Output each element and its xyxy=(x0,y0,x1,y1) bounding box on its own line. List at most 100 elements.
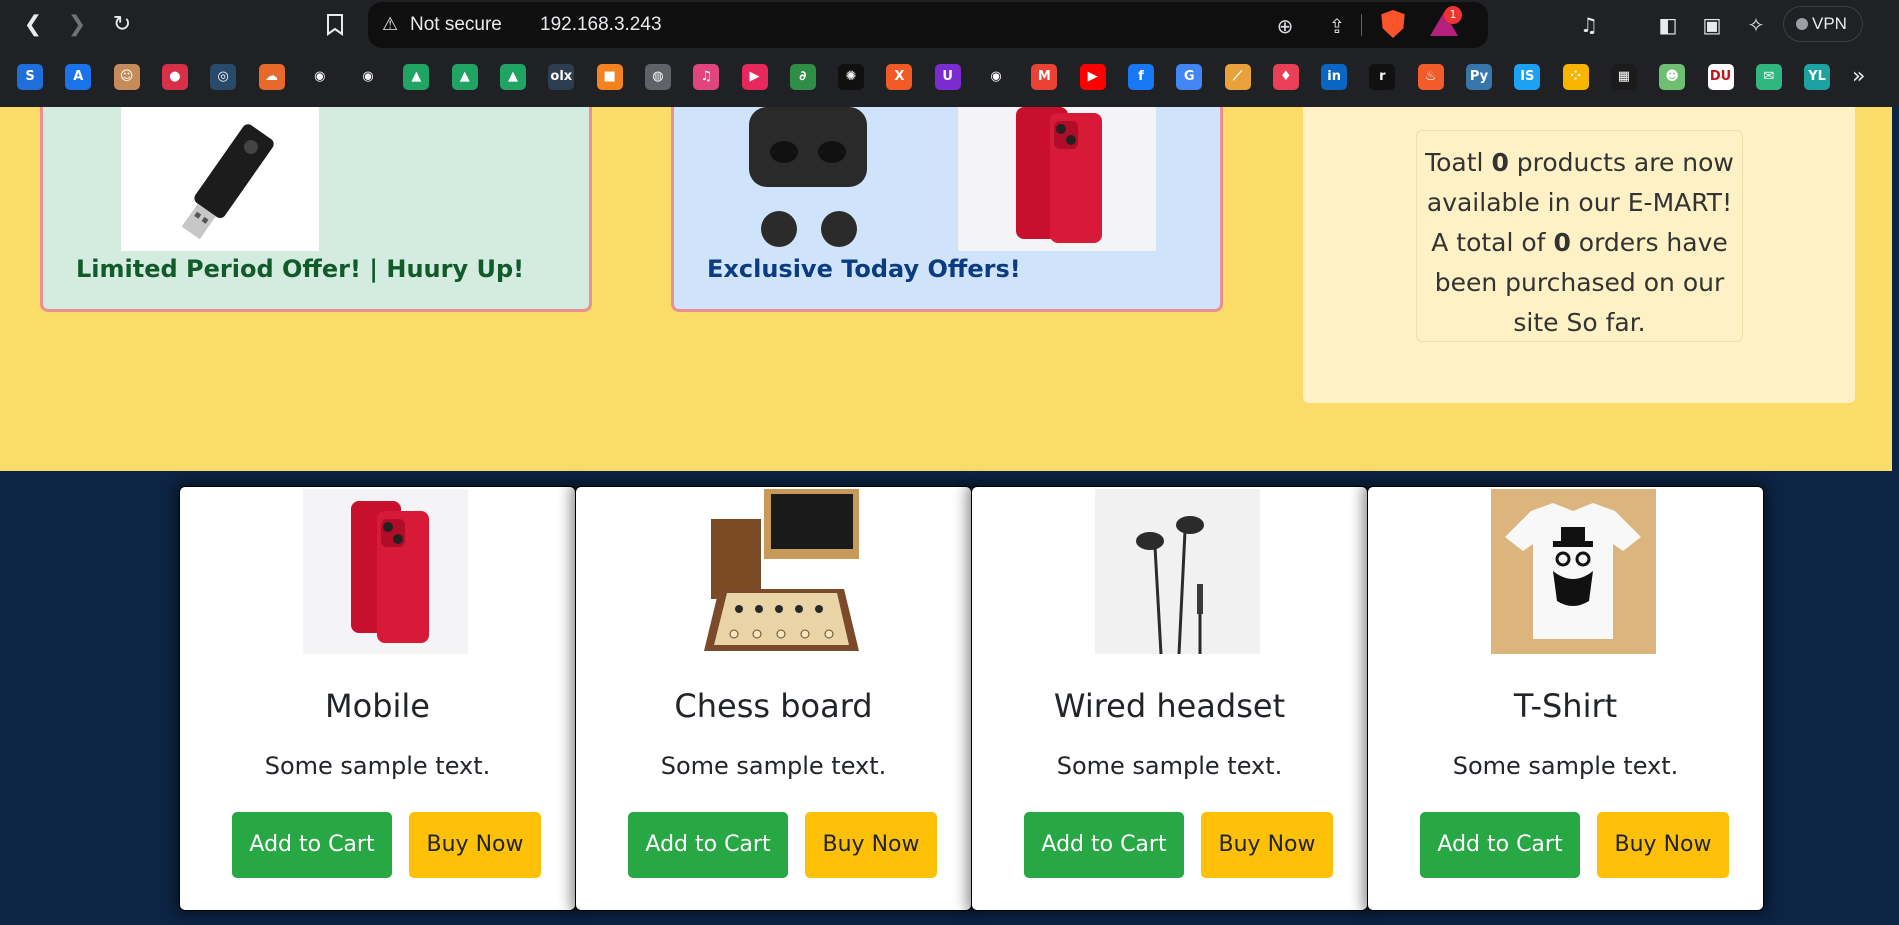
product-card-earphones: Wired headset Some sample text. Add to Car… xyxy=(971,486,1368,911)
bookmark-du-icon[interactable]: DU xyxy=(1707,64,1734,90)
product-card-chess: Chess board Some sample text. Add to Cart B… xyxy=(575,486,972,911)
address-bar[interactable]: ⚠ Not secure 192.168.3.243 ⊕ ⇪ xyxy=(368,2,1488,48)
products-row: Mobile Some sample text. Add to Cart Buy No… xyxy=(179,486,1781,911)
bookmark-rocket-icon[interactable]: ♦ xyxy=(1272,64,1299,90)
vpn-label: VPN xyxy=(1812,14,1847,33)
stats-box: Toatl 0 products are now available in ou… xyxy=(1416,130,1743,342)
bookmark-udemy-icon[interactable]: U xyxy=(934,64,961,90)
bookmark-translate-icon[interactable]: G xyxy=(1176,64,1203,90)
order-count: 0 xyxy=(1553,228,1571,257)
bookmark-yl-icon[interactable]: YL xyxy=(1804,64,1831,90)
bookmark-slash-icon[interactable]: ⟋ xyxy=(1224,64,1251,90)
phone-product-image xyxy=(303,489,468,654)
product-count: 0 xyxy=(1491,148,1509,177)
url-text[interactable]: 192.168.3.243 xyxy=(540,14,662,36)
music-note-icon[interactable]: ♫ xyxy=(1574,10,1604,40)
product-description: Some sample text. xyxy=(660,752,887,780)
back-arrow-icon[interactable]: ❮ xyxy=(16,8,50,42)
forward-arrow-icon[interactable]: ❯ xyxy=(60,8,94,42)
product-description: Some sample text. xyxy=(1452,752,1679,780)
today-offer-card[interactable]: Exclusive Today Offers! xyxy=(671,107,1223,312)
bookmark-r-icon[interactable]: r xyxy=(1369,64,1396,90)
product-description: Some sample text. xyxy=(1056,752,1283,780)
tshirt-product-image xyxy=(1491,489,1656,654)
bookmark-drive-3-icon[interactable]: ▲ xyxy=(500,64,526,90)
rewards-badge: 1 xyxy=(1444,6,1462,24)
buy-now-button[interactable]: Buy Now xyxy=(1597,812,1729,878)
share-icon[interactable]: ⇪ xyxy=(1323,12,1351,40)
zoom-icon[interactable]: ⊕ xyxy=(1271,12,1299,40)
add-to-cart-button[interactable]: Add to Cart xyxy=(1024,812,1184,878)
bookmark-drive-2-icon[interactable]: ▲ xyxy=(451,64,478,90)
chess-product-image xyxy=(699,489,864,654)
product-title: Wired headset xyxy=(1053,687,1286,725)
earphones-product-image xyxy=(1095,489,1260,654)
bookmark-azure-icon[interactable]: A xyxy=(65,64,92,90)
bookmark-fire-icon[interactable]: ♨ xyxy=(1417,64,1444,90)
stats-line1-prefix: Toatl xyxy=(1425,148,1492,177)
wallet-icon[interactable]: ▣ xyxy=(1697,10,1727,40)
add-to-cart-button[interactable]: Add to Cart xyxy=(232,812,392,878)
browser-toolbar: ❮ ❯ ↻ ⚠ Not secure 192.168.3.243 ⊕ ⇪ 1 ♫… xyxy=(0,0,1899,50)
bookmark-youtube-icon[interactable]: ▶ xyxy=(1079,64,1106,90)
bookmark-avatar-icon[interactable]: ☺ xyxy=(113,64,140,90)
bookmark-music-icon[interactable]: ♫ xyxy=(693,64,720,90)
vpn-status-dot xyxy=(1796,18,1808,30)
product-description: Some sample text. xyxy=(264,752,491,780)
banner-edge xyxy=(1892,107,1899,471)
bookmark-github-3-icon[interactable]: ◉ xyxy=(983,64,1009,90)
security-label[interactable]: Not secure xyxy=(410,14,502,36)
sidebar-icon[interactable]: ◧ xyxy=(1653,10,1683,40)
product-title: Chess board xyxy=(674,687,873,725)
bookmark-openai-icon[interactable]: ✺ xyxy=(838,64,865,90)
bookmark-is-icon[interactable]: IS xyxy=(1514,64,1541,90)
bookmark-python-icon[interactable]: Py xyxy=(1466,64,1492,90)
bookmark-red-circle-icon[interactable]: ● xyxy=(161,64,188,90)
product-card-phone: Mobile Some sample text. Add to Cart Buy No… xyxy=(179,486,576,911)
bookmark-dots-icon[interactable]: ⁘ xyxy=(1562,64,1589,90)
bookmark-github-2-icon[interactable]: ◉ xyxy=(355,64,382,90)
today-offer-title: Exclusive Today Offers! xyxy=(707,255,1021,283)
buy-now-button[interactable]: Buy Now xyxy=(409,812,541,878)
bookmark-linkedin-icon[interactable]: in xyxy=(1321,64,1348,90)
bookmark-s-icon[interactable]: S xyxy=(17,64,43,90)
bookmark-drive-1-icon[interactable]: ▲ xyxy=(403,64,430,90)
bookmark-gfg-icon[interactable]: ∂ xyxy=(789,64,816,90)
bookmark-globe-icon[interactable]: ◍ xyxy=(644,64,671,90)
bookmark-chat-icon[interactable]: ✉ xyxy=(1755,64,1782,90)
add-to-cart-button[interactable]: Add to Cart xyxy=(628,812,788,878)
bookmark-x-icon[interactable]: X xyxy=(886,64,913,90)
leo-ai-icon[interactable]: ✧ xyxy=(1741,10,1771,40)
bookmark-people-icon[interactable]: ☻ xyxy=(1659,64,1686,90)
bookmark-grid-icon[interactable]: ▦ xyxy=(1610,64,1637,90)
product-title: Mobile xyxy=(325,687,430,725)
bookmark-gmail-icon[interactable]: M xyxy=(1031,64,1058,90)
warning-triangle-icon: ⚠ xyxy=(382,14,399,35)
bookmark-page-icon[interactable] xyxy=(318,8,352,42)
more-bookmarks-icon[interactable]: » xyxy=(1852,64,1865,89)
vpn-button[interactable]: VPN xyxy=(1783,6,1863,42)
bookmark-dark-circle-icon[interactable]: ◎ xyxy=(210,64,237,90)
red-phone-image xyxy=(958,107,1156,251)
bookmark-github-1-icon[interactable]: ◉ xyxy=(306,64,333,90)
bookmark-play-icon[interactable]: ▶ xyxy=(741,64,768,90)
address-bar-divider xyxy=(1361,14,1362,36)
buy-now-button[interactable]: Buy Now xyxy=(1201,812,1333,878)
stats-panel: Toatl 0 products are now available in ou… xyxy=(1303,107,1855,403)
bookmark-olx-icon[interactable]: olx xyxy=(548,64,575,90)
offers-banner: Limited Period Offer! | Huury Up! Exclus… xyxy=(0,107,1899,471)
limited-offer-card[interactable]: Limited Period Offer! | Huury Up! xyxy=(40,107,592,312)
bookmarks-bar: » S A ☺ ● ◎ ☁ ◉ ◉ ▲ ▲ ▲ olx ■ ◍ ♫ ▶ ∂ ✺ X U ◉ M ▶ f G ⟋ ♦ in r ♨ Py IS ⁘… xyxy=(0,50,1899,107)
stats-line2-prefix: A total of xyxy=(1431,228,1554,257)
reload-icon[interactable]: ↻ xyxy=(105,8,139,42)
add-to-cart-button[interactable]: Add to Cart xyxy=(1420,812,1580,878)
bookmark-facebook-icon[interactable]: f xyxy=(1127,64,1154,90)
usb-drive-image xyxy=(121,107,319,251)
bookmark-cloud-icon[interactable]: ☁ xyxy=(258,64,285,90)
limited-offer-title: Limited Period Offer! | Huury Up! xyxy=(76,255,525,283)
bookmark-box-icon[interactable]: ■ xyxy=(596,64,623,90)
earbuds-image xyxy=(744,107,874,251)
buy-now-button[interactable]: Buy Now xyxy=(805,812,937,878)
product-title: T-Shirt xyxy=(1513,687,1618,725)
product-card-tshirt: T-Shirt Some sample text. Add to Cart Buy N… xyxy=(1367,486,1764,911)
